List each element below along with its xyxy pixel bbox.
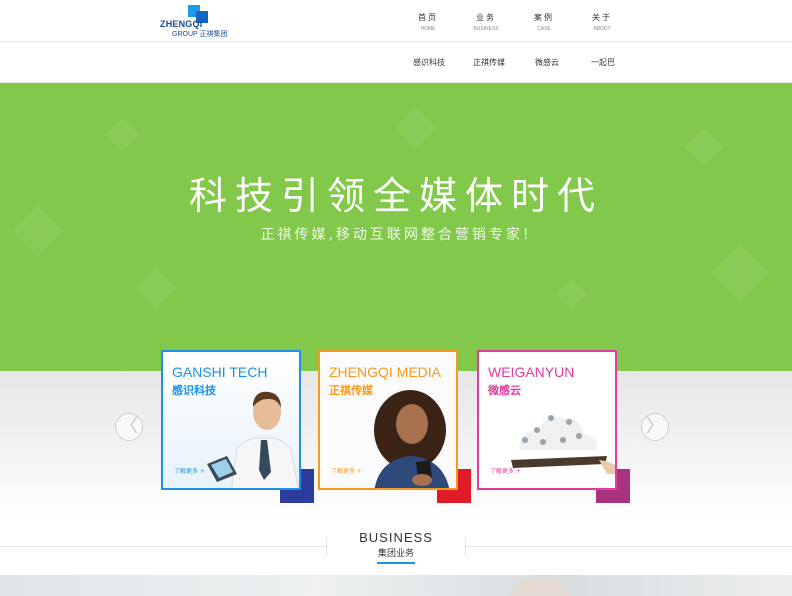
banner-decoration xyxy=(684,127,724,167)
business-card-zhengqi: ZHENGQI MEDIA 正祺传媒 了解更多 + xyxy=(318,350,473,504)
banner-decoration xyxy=(133,266,177,310)
banner-subtitle: 正祺传媒,移动互联网整合营销专家! xyxy=(260,227,532,243)
sub-navigation: 感识科技 正祺传媒 微感云 一起巴 xyxy=(0,42,792,83)
hero-banner: 科技引领全媒体时代 正祺传媒,移动互联网整合营销专家! xyxy=(0,83,792,371)
business-section-heading: BUSINESS 集团业务 xyxy=(0,524,792,574)
header: ZHENGQI GROUP 正祺集团 首页 HOME 业务 BUSINESS 案… xyxy=(0,0,792,42)
business-card-ganshi: GANSHI TECH 感识科技 了解更多 + xyxy=(161,350,316,504)
nav-item-label: 案例 xyxy=(534,13,554,22)
card-title-en: GANSHI TECH xyxy=(172,364,268,380)
section-image-strip xyxy=(0,575,792,596)
card-title-en: WEIGANYUN xyxy=(488,364,575,380)
subnav-item-ganshi[interactable]: 感识科技 xyxy=(413,57,445,68)
nav-item-label: 关于 xyxy=(592,13,612,22)
nav-item-label: 首页 xyxy=(418,13,438,22)
banner-decoration xyxy=(711,244,769,302)
card-zhengqi[interactable]: ZHENGQI MEDIA 正祺传媒 了解更多 + xyxy=(318,350,458,490)
subnav-item-zhengqi[interactable]: 正祺传媒 xyxy=(473,57,505,68)
business-card-weiganyun: WEIGANYUN 微感云 了解更多 + xyxy=(477,350,632,504)
nav-item-case[interactable]: 案例 CASE xyxy=(519,12,569,32)
nav-item-business[interactable]: 业务 BUSINESS xyxy=(461,12,511,32)
card-weiganyun[interactable]: WEIGANYUN 微感云 了解更多 + xyxy=(477,350,617,490)
nav-item-sublabel: HOME xyxy=(420,26,436,32)
learn-more-link[interactable]: 了解更多 + xyxy=(490,466,521,475)
nav-item-sublabel: BUSINESS xyxy=(473,26,499,32)
nav-item-home[interactable]: 首页 HOME xyxy=(403,12,453,32)
carousel-next-button[interactable]: 〉 xyxy=(641,413,669,441)
section-title-cn: 集团业务 xyxy=(377,549,414,559)
learn-more-link[interactable]: 了解更多 + xyxy=(331,466,362,475)
card-title-cn: 微感云 xyxy=(488,384,521,397)
banner-decoration xyxy=(555,278,587,310)
person-image xyxy=(510,579,570,596)
nav-item-sublabel: CASE xyxy=(537,26,551,32)
nav-item-about[interactable]: 关于 ABOUT xyxy=(577,12,627,32)
card-ganshi[interactable]: GANSHI TECH 感识科技 了解更多 + xyxy=(161,350,301,490)
carousel-prev-button[interactable]: 〈 xyxy=(115,413,143,441)
card-title-cn: 感识科技 xyxy=(172,384,216,397)
subnav-item-weiganyun[interactable]: 微感云 xyxy=(535,57,559,68)
banner-decoration xyxy=(105,118,139,152)
card-title-en: ZHENGQI MEDIA xyxy=(329,364,442,380)
nav-item-label: 业务 xyxy=(476,13,496,22)
card-title-cn: 正祺传媒 xyxy=(329,384,373,397)
banner-decoration xyxy=(393,106,437,150)
page: ZHENGQI GROUP 正祺集团 首页 HOME 业务 BUSINESS 案… xyxy=(0,0,792,596)
logo[interactable]: ZHENGQI GROUP 正祺集团 xyxy=(160,5,240,39)
learn-more-link[interactable]: 了解更多 + xyxy=(174,466,205,475)
subnav-item-yiqiba[interactable]: 一起巴 xyxy=(591,57,615,68)
nav-item-sublabel: ABOUT xyxy=(593,26,611,32)
logo-brand: ZHENGQI xyxy=(160,19,203,29)
section-underline xyxy=(377,562,415,564)
banner-title: 科技引领全媒体时代 xyxy=(188,174,603,218)
section-title-en: BUSINESS xyxy=(359,530,433,545)
logo-subtitle: GROUP 正祺集团 xyxy=(172,31,228,38)
